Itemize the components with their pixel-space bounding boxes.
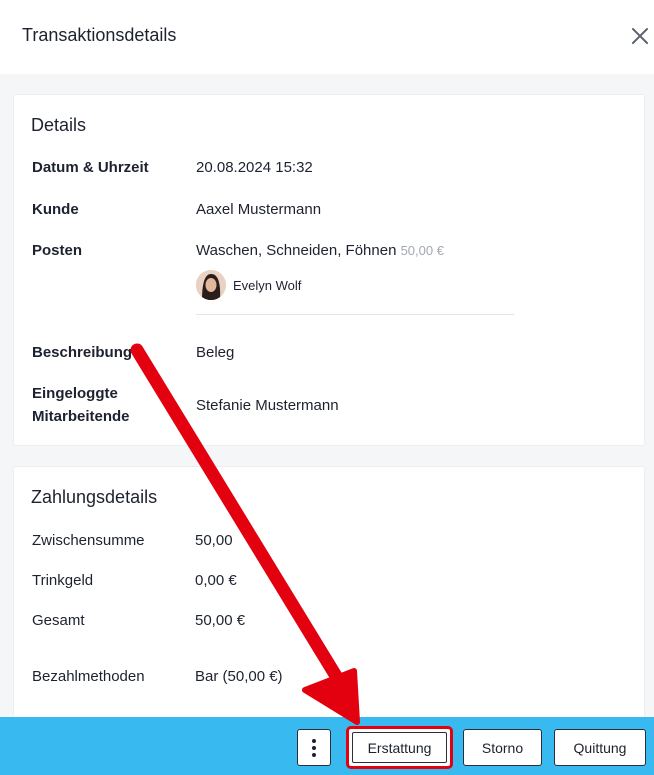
customer-value: Aaxel Mustermann — [196, 201, 322, 218]
dialog-header: Transaktionsdetails — [0, 0, 654, 74]
logged-in-label-line1: Eingeloggte — [32, 385, 118, 402]
storno-label: Storno — [481, 739, 524, 756]
datetime-label: Datum & Uhrzeit — [32, 159, 149, 176]
item-price: 50,00 € — [400, 243, 444, 258]
logged-in-value: Stefanie Mustermann — [196, 397, 339, 414]
items-value: Waschen, Schneiden, Föhnen 50,00 € — [196, 240, 444, 262]
logged-in-label-line2: Mitarbeitende — [32, 408, 130, 425]
storno-button[interactable]: Storno — [463, 729, 542, 766]
action-bar: Erstattung Storno Quittung — [0, 717, 654, 775]
item-name: Waschen, Schneiden, Föhnen — [196, 242, 397, 259]
avatar — [196, 270, 226, 300]
payment-title: Zahlungsdetails — [31, 487, 158, 507]
datetime-value: 20.08.2024 15:32 — [196, 159, 313, 176]
methods-label: Bezahlmethoden — [32, 668, 145, 685]
details-card: Details Datum & Uhrzeit 20.08.2024 15:32… — [13, 94, 645, 446]
item-divider — [196, 314, 514, 315]
subtotal-label: Zwischensumme — [32, 532, 145, 549]
items-label: Posten — [32, 242, 83, 259]
close-icon[interactable] — [628, 24, 652, 48]
subtotal-value: 50,00 — [195, 532, 233, 549]
receipt-label: Quittung — [573, 739, 627, 756]
payment-card: Zahlungsdetails Zwischensumme 50,00 Trin… — [13, 466, 645, 726]
total-label: Gesamt — [32, 612, 85, 629]
staff-chip: Evelyn Wolf — [196, 269, 301, 301]
dialog-title: Transaktionsdetails — [22, 25, 177, 45]
details-title: Details — [31, 115, 87, 135]
more-actions-button[interactable] — [297, 729, 331, 766]
vertical-dots-icon — [312, 738, 316, 757]
methods-value: Bar (50,00 €) — [195, 668, 283, 685]
refund-label: Erstattung — [367, 739, 432, 756]
customer-label: Kunde — [32, 201, 79, 218]
refund-button[interactable]: Erstattung — [346, 726, 453, 769]
total-value: 50,00 € — [195, 612, 246, 629]
receipt-button[interactable]: Quittung — [554, 729, 646, 766]
tip-label: Trinkgeld — [32, 572, 94, 589]
tip-value: 0,00 € — [195, 572, 237, 589]
description-label: Beschreibung — [32, 344, 133, 361]
staff-name: Evelyn Wolf — [233, 277, 302, 293]
description-value: Beleg — [196, 344, 235, 361]
